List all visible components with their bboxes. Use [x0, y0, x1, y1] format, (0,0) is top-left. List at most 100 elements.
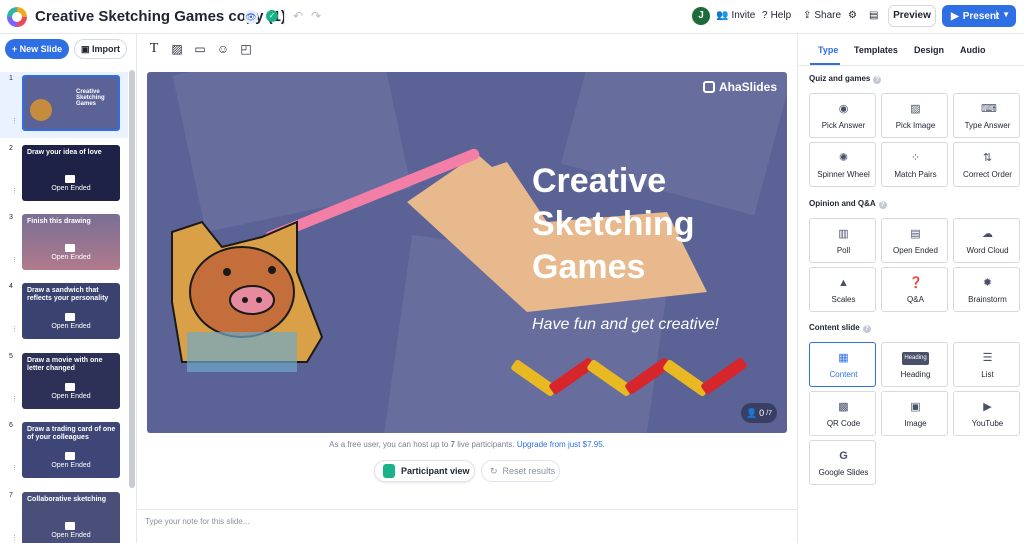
card-label: YouTube [971, 419, 1004, 428]
thumbnail-title: Collaborative sketching [27, 496, 106, 503]
more-options-icon[interactable]: ⋮ [11, 396, 18, 403]
tab-type[interactable]: Type [818, 45, 838, 55]
preview-button[interactable]: Preview [888, 5, 936, 27]
type-qa[interactable]: ❓ Q&A [881, 267, 948, 312]
slide-thumbnail[interactable]: Draw a movie with one letter changed Ope… [22, 353, 120, 409]
slide-number: 2 [9, 145, 13, 152]
upgrade-link[interactable]: Upgrade from just $7.95. [517, 440, 605, 449]
thumbnail-type: Open Ended [51, 185, 91, 192]
type-spinner-wheel[interactable]: ✺ Spinner Wheel [809, 142, 876, 187]
settings-button[interactable]: ⚙ [848, 10, 857, 21]
slide-item-7[interactable]: 7 Collaborative sketching Open Ended ⋮ [0, 489, 128, 543]
slide-list: 1 Creative Sketching Games ⋮ 2 Draw your… [0, 68, 130, 543]
slide-note-input[interactable]: Type your note for this slide... [137, 509, 797, 543]
help-icon[interactable]: ? [878, 201, 887, 209]
redo-icon[interactable]: ↷ [311, 9, 321, 23]
avatar[interactable]: J [692, 7, 710, 25]
help-button[interactable]: ? Help [762, 10, 791, 21]
more-options-icon[interactable]: ⋮ [11, 465, 18, 472]
slide-item-6[interactable]: 6 Draw a trading card of one of your col… [0, 419, 128, 485]
more-options-icon[interactable]: ⋮ [11, 326, 18, 333]
chevron-down-icon[interactable]: ▼ [996, 10, 1010, 19]
type-word-cloud[interactable]: ☁ Word Cloud [953, 218, 1020, 263]
slide-type-panel: Type Templates Design Audio Quiz and gam… [797, 34, 1024, 543]
slide-thumbnail[interactable]: Creative Sketching Games [22, 75, 120, 131]
card-label: Type Answer [964, 121, 1011, 130]
participant-view-button[interactable]: Participant view [374, 460, 475, 482]
more-options-icon[interactable]: ⋮ [11, 118, 18, 125]
card-label: Heading [900, 370, 931, 379]
type-type-answer[interactable]: ⌨ Type Answer [953, 93, 1020, 138]
more-options-icon[interactable]: ⋮ [11, 188, 18, 195]
free-user-notice: As a free user, you can host up to 7 liv… [147, 440, 787, 449]
shapes-icon[interactable]: ◰ [239, 42, 253, 56]
more-options-icon[interactable]: ⋮ [11, 257, 18, 264]
slide-canvas[interactable]: AhaSlides Creative Sketching Games Have … [147, 72, 787, 433]
slide-item-2[interactable]: 2 Draw your idea of love Open Ended ⋮ [0, 142, 128, 208]
type-scales[interactable]: ▲ Scales [809, 267, 876, 312]
type-open-ended[interactable]: ▤ Open Ended [881, 218, 948, 263]
slide-subtitle[interactable]: Have fun and get creative! [532, 316, 719, 334]
section-title-text: Quiz and games [809, 74, 871, 83]
export-button[interactable]: ▤ [869, 10, 878, 21]
type-youtube[interactable]: ▶ YouTube [953, 391, 1020, 436]
type-qr-code[interactable]: ▩ QR Code [809, 391, 876, 436]
type-brainstorm[interactable]: ✹ Brainstorm [953, 267, 1020, 312]
google-icon: G [839, 450, 848, 462]
tab-audio[interactable]: Audio [960, 45, 986, 55]
slide-thumbnail[interactable]: Draw a sandwich that reflects your perso… [22, 283, 120, 339]
slide-item-1[interactable]: 1 Creative Sketching Games ⋮ [0, 72, 128, 138]
type-content[interactable]: ▦ Content [809, 342, 876, 387]
brand-logo: AhaSlides [702, 80, 777, 94]
emoji-icon[interactable]: ☺ [216, 42, 230, 56]
tab-templates[interactable]: Templates [854, 45, 898, 55]
slide-item-4[interactable]: 4 Draw a sandwich that reflects your per… [0, 280, 128, 346]
slide-title[interactable]: Creative Sketching Games [532, 160, 694, 289]
thumbnail-type: Open Ended [51, 532, 91, 539]
slide-item-3[interactable]: 3 Finish this drawing Open Ended ⋮ [0, 211, 128, 277]
ahaslides-logo-icon[interactable] [7, 7, 27, 27]
slide-thumbnail[interactable]: Draw a trading card of one of your colle… [22, 422, 120, 478]
undo-icon[interactable]: ↶ [293, 9, 303, 23]
embed-icon[interactable]: ▭ [193, 42, 207, 56]
divider [284, 9, 285, 25]
eye-icon[interactable]: 👁 [244, 10, 258, 24]
share-button[interactable]: ⇪ Share [803, 10, 841, 21]
reset-results-button[interactable]: ↻ Reset results [481, 460, 560, 482]
present-button[interactable]: ▶ Present ▼ [942, 5, 1016, 27]
card-label: Spinner Wheel [817, 170, 870, 179]
card-label: Open Ended [893, 246, 938, 255]
image-icon[interactable]: ▨ [170, 42, 184, 56]
type-heading[interactable]: Heading Heading [881, 342, 948, 387]
type-list[interactable]: ☰ List [953, 342, 1020, 387]
import-button[interactable]: ▣ Import [74, 39, 127, 59]
type-pick-answer[interactable]: ◉ Pick Answer [809, 93, 876, 138]
slide-thumbnail[interactable]: Finish this drawing Open Ended [22, 214, 120, 270]
slide-thumbnail[interactable]: Collaborative sketching Open Ended [22, 492, 120, 543]
new-slide-button[interactable]: + New Slide [5, 39, 69, 59]
type-correct-order[interactable]: ⇅ Correct Order [953, 142, 1020, 187]
type-pick-image[interactable]: ▨ Pick Image [881, 93, 948, 138]
card-label: Correct Order [963, 170, 1012, 179]
invite-button[interactable]: 👥 Invite [716, 10, 755, 21]
help-icon[interactable]: ? [862, 325, 871, 333]
more-options-icon[interactable]: ⋮ [11, 535, 18, 542]
type-image[interactable]: ▣ Image [881, 391, 948, 436]
import-label: Import [92, 44, 121, 54]
help-label: Help [770, 10, 792, 21]
slide-item-5[interactable]: 5 Draw a movie with one letter changed O… [0, 350, 128, 416]
thumbnail-title: Draw a sandwich that reflects your perso… [27, 287, 109, 302]
qr-code-icon: ▩ [838, 401, 849, 413]
card-label: Content [829, 370, 858, 379]
type-poll[interactable]: ▥ Poll [809, 218, 876, 263]
slide-thumbnail[interactable]: Draw your idea of love Open Ended [22, 145, 120, 201]
present-label: Present [962, 10, 1000, 22]
type-match-pairs[interactable]: ⁘ Match Pairs [881, 142, 948, 187]
notice-text: As a free user, you can host up to [329, 440, 451, 449]
tab-design[interactable]: Design [914, 45, 944, 55]
type-google-slides[interactable]: G Google Slides [809, 440, 876, 485]
help-icon[interactable]: ? [873, 76, 882, 84]
image-icon: ▣ [910, 401, 921, 413]
thumbnail-title: Draw your idea of love [27, 149, 102, 156]
text-icon[interactable]: T [147, 42, 161, 56]
